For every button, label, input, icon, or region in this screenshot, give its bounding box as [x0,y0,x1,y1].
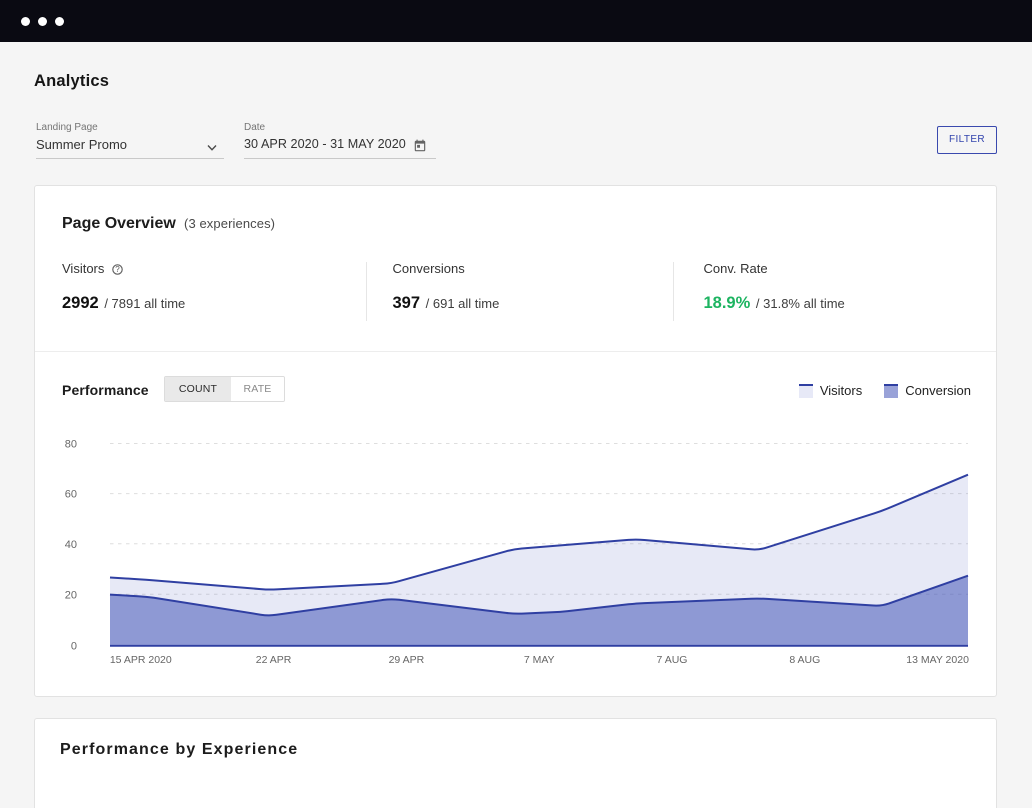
svg-text:29 APR: 29 APR [389,654,425,666]
svg-text:15 APR 2020: 15 APR 2020 [110,654,172,666]
svg-text:22 APR: 22 APR [256,654,292,666]
svg-text:80: 80 [65,439,77,451]
svg-text:7 AUG: 7 AUG [657,654,688,666]
svg-text:40: 40 [65,539,77,551]
svg-text:0: 0 [71,640,77,652]
svg-text:8 AUG: 8 AUG [789,654,820,666]
svg-text:?: ? [115,265,120,274]
svg-text:7 MAY: 7 MAY [524,654,555,666]
svg-text:20: 20 [65,589,77,601]
svg-text:13 MAY 2020: 13 MAY 2020 [906,654,969,666]
svg-text:60: 60 [65,489,77,501]
